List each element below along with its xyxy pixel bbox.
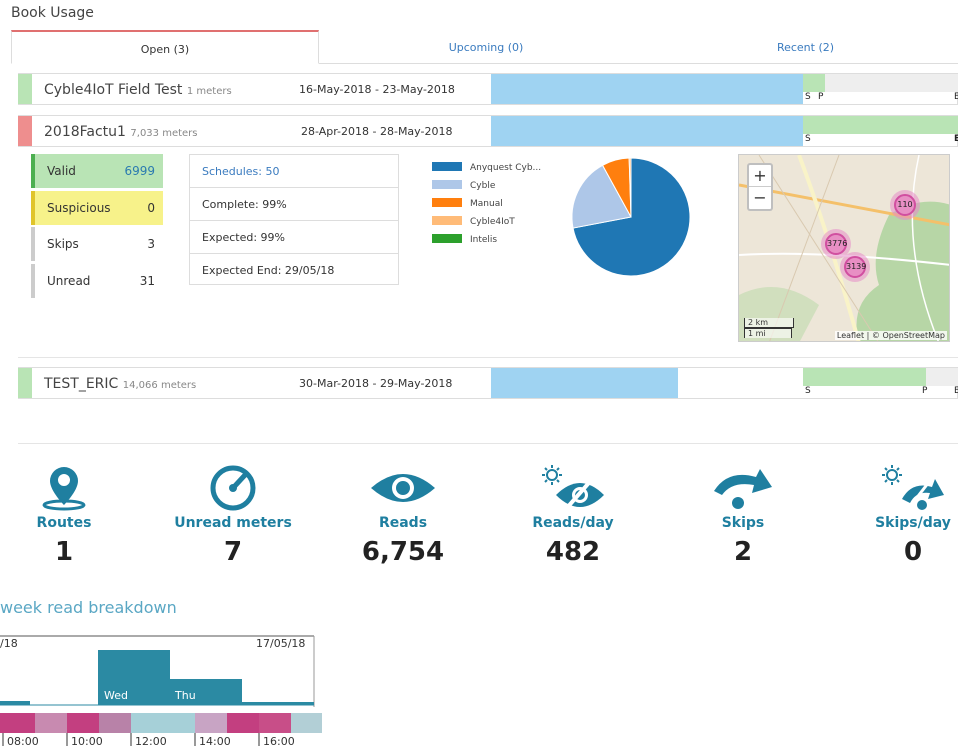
schedules-link[interactable]: Schedules: 50 [190, 155, 398, 188]
map-cluster-marker[interactable]: 110 [890, 190, 920, 220]
book-meters: 7,033 meters [130, 128, 198, 139]
row-status-stripe [18, 368, 32, 398]
hour-label: 10:00 [71, 735, 103, 748]
book-tabs: Open (3) Upcoming (0) Recent (2) [11, 30, 958, 64]
skip-arrow-icon [673, 465, 813, 511]
book-name: 2018Factu1 [44, 124, 126, 140]
stat-reads: Reads 6,754 [333, 465, 473, 567]
map-cluster-marker[interactable]: 3139 [840, 252, 870, 282]
row-status-stripe [18, 74, 32, 104]
page-title: Book Usage [11, 5, 94, 21]
divider [18, 357, 958, 358]
book-dates: 16-May-2018 - 23-May-2018 [299, 83, 455, 96]
map-zoom-control: + − [747, 163, 773, 211]
book-mini-timeline: S E [803, 116, 958, 146]
book-mini-timeline: S P E [803, 368, 958, 398]
book-progress-bar [491, 74, 803, 104]
book-progress-bar [491, 116, 803, 146]
tab-upcoming[interactable]: Upcoming (0) [319, 30, 653, 64]
stat-unread-meters: Unread meters 7 [163, 465, 303, 567]
stat-reads-per-day: Reads/day 482 [503, 465, 643, 567]
status-unread[interactable]: Unread 31 [31, 264, 163, 298]
week-bar [0, 701, 30, 705]
tab-recent[interactable]: Recent (2) [653, 30, 958, 64]
tab-open[interactable]: Open (3) [11, 30, 319, 64]
stat-skips: Skips 2 [673, 465, 813, 567]
book-progress-bar [491, 368, 678, 398]
status-suspicious[interactable]: Suspicious 0 [31, 191, 163, 225]
book-row-cyble4iot[interactable]: Cyble4IoT Field Test 1 meters 16-May-201… [18, 73, 958, 105]
hour-label: 08:00 [7, 735, 39, 748]
map-scale: 2 km 1 mi [744, 318, 794, 338]
zoom-in-button[interactable]: + [749, 165, 771, 187]
map-attribution[interactable]: Leaflet | © OpenStreetMap [834, 331, 947, 340]
hour-heatmap [0, 713, 322, 733]
book-dates: 30-Mar-2018 - 29-May-2018 [299, 377, 453, 390]
book-meters: 1 meters [186, 86, 232, 97]
gauge-icon [163, 465, 303, 511]
skip-sun-icon [843, 465, 958, 511]
book-name: Cyble4IoT Field Test [44, 82, 183, 98]
zoom-out-button[interactable]: − [749, 187, 771, 209]
reads-by-device-pie [571, 157, 691, 277]
book-name: TEST_ERIC [44, 376, 119, 392]
day-label-thu: Thu [174, 689, 196, 702]
hour-label: 16:00 [263, 735, 295, 748]
legend-item[interactable]: Anyquest Cyb... [432, 162, 541, 176]
legend-item[interactable]: Intelis [432, 234, 497, 248]
book-row-test-eric[interactable]: TEST_ERIC 14,066 meters 30-Mar-2018 - 29… [18, 367, 958, 399]
row-status-stripe [18, 116, 32, 146]
stat-skips-per-day: Skips/day 0 [843, 465, 958, 567]
expected-end: Expected End: 29/05/18 [202, 264, 335, 277]
divider [18, 443, 958, 444]
legend-item[interactable]: Manual [432, 198, 503, 212]
book-mini-timeline: S P E [803, 74, 958, 104]
week-end-label: 17/05/18 [256, 637, 305, 650]
expected-percent: Expected: 99% [190, 221, 398, 254]
map[interactable]: + − 110 3776 3139 2 km 1 mi Leaflet | © … [738, 154, 950, 342]
status-skips[interactable]: Skips 3 [31, 227, 163, 261]
legend-item[interactable]: Cyble4IoT [432, 216, 515, 230]
eye-sun-icon [503, 465, 643, 511]
week-breakdown-title: week read breakdown [0, 598, 177, 617]
legend-item[interactable]: Cyble [432, 180, 495, 194]
book-dates: 28-Apr-2018 - 28-May-2018 [301, 125, 453, 138]
day-label-wed: Wed [104, 689, 128, 702]
book-meters: 14,066 meters [122, 380, 197, 391]
complete-percent: Complete: 99% [190, 188, 398, 221]
eye-icon [333, 465, 473, 511]
hour-label: 14:00 [199, 735, 231, 748]
map-pin-icon [0, 465, 134, 511]
hour-label: 12:00 [135, 735, 167, 748]
week-start-label: /18 [0, 637, 18, 650]
schedule-summary: Schedules: 50 Complete: 99% Expected: 99… [189, 154, 399, 285]
status-valid[interactable]: Valid 6999 [31, 154, 163, 188]
stat-routes: Routes 1 [0, 465, 134, 567]
week-read-chart[interactable]: /18 17/05/18 Wed Thu 08:00 10:00 12:00 1… [0, 632, 322, 749]
book-row-2018factu1[interactable]: 2018Factu1 7,033 meters 28-Apr-2018 - 28… [18, 115, 958, 147]
